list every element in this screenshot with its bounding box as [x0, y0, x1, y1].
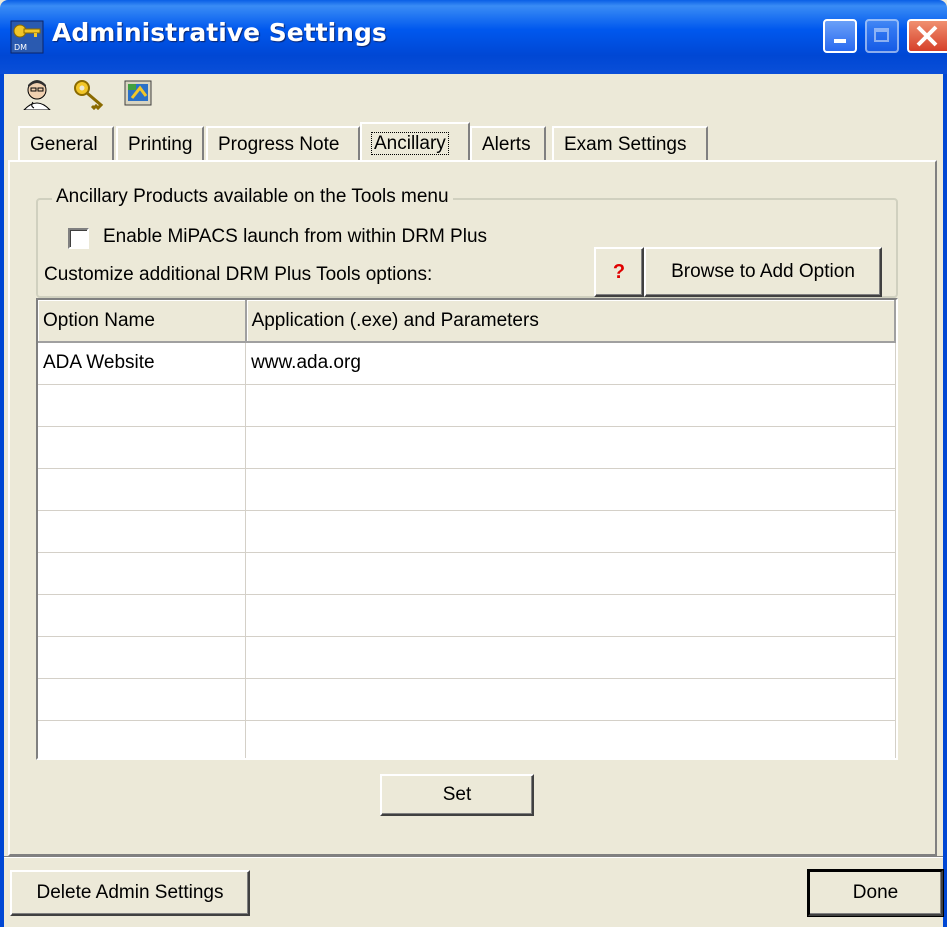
table-row[interactable] — [38, 720, 896, 758]
option-name-cell[interactable] — [38, 384, 247, 427]
title-bar[interactable]: DM Administrative Settings — [0, 0, 947, 74]
table-row[interactable] — [38, 678, 896, 721]
application-cell[interactable]: www.ada.org — [245, 342, 896, 385]
application-cell[interactable] — [245, 594, 896, 637]
grid-header-row: Option Name Application (.exe) and Param… — [38, 300, 896, 343]
keys-app-icon: DM — [10, 20, 44, 54]
key-icon[interactable] — [72, 78, 106, 110]
table-row[interactable] — [38, 510, 896, 553]
set-button[interactable]: Set — [380, 774, 534, 816]
browse-to-add-option-button[interactable]: Browse to Add Option — [644, 247, 882, 297]
ancillary-group-label: Ancillary Products available on the Tool… — [52, 186, 453, 208]
column-header-option-name[interactable]: Option Name — [38, 300, 247, 343]
column-header-application[interactable]: Application (.exe) and Parameters — [245, 300, 896, 343]
application-cell[interactable] — [245, 468, 896, 511]
tab-ancillary[interactable]: Ancillary — [360, 122, 470, 162]
tab-general[interactable]: General — [18, 126, 114, 160]
table-row[interactable] — [38, 636, 896, 679]
option-name-cell[interactable]: ADA Website — [38, 342, 247, 385]
tools-options-grid[interactable]: Option Name Application (.exe) and Param… — [36, 298, 898, 760]
help-button[interactable]: ? — [594, 247, 644, 297]
tab-progress-note[interactable]: Progress Note — [206, 126, 360, 160]
window-title: Administrative Settings — [52, 18, 387, 47]
monitor-icon[interactable] — [122, 78, 156, 110]
doctor-icon[interactable] — [20, 78, 54, 110]
application-cell[interactable] — [245, 636, 896, 679]
application-cell[interactable] — [245, 510, 896, 553]
tab-alerts[interactable]: Alerts — [470, 126, 546, 160]
table-row[interactable] — [38, 594, 896, 637]
application-cell[interactable] — [245, 426, 896, 469]
option-name-cell[interactable] — [38, 552, 247, 595]
close-icon — [916, 25, 938, 47]
option-name-cell[interactable] — [38, 636, 247, 679]
application-cell[interactable] — [245, 678, 896, 721]
delete-admin-settings-button[interactable]: Delete Admin Settings — [10, 870, 250, 916]
option-name-cell[interactable] — [38, 468, 247, 511]
maximize-button[interactable] — [865, 19, 899, 53]
table-row[interactable] — [38, 426, 896, 469]
option-name-cell[interactable] — [38, 678, 247, 721]
application-cell[interactable] — [245, 552, 896, 595]
option-name-cell[interactable] — [38, 720, 247, 758]
table-row[interactable] — [38, 468, 896, 511]
mipacs-checkbox-label[interactable]: Enable MiPACS launch from within DRM Plu… — [103, 226, 487, 248]
done-button[interactable]: Done — [807, 869, 944, 917]
option-name-cell[interactable] — [38, 594, 247, 637]
minimize-button[interactable] — [823, 19, 857, 53]
mipacs-checkbox[interactable] — [68, 228, 89, 249]
table-row[interactable]: ADA Website www.ada.org — [38, 342, 896, 385]
tab-exam-settings[interactable]: Exam Settings — [552, 126, 708, 160]
application-cell[interactable] — [245, 384, 896, 427]
table-row[interactable] — [38, 384, 896, 427]
option-name-cell[interactable] — [38, 426, 247, 469]
tab-printing[interactable]: Printing — [116, 126, 204, 160]
application-cell[interactable] — [245, 720, 896, 758]
table-row[interactable] — [38, 552, 896, 595]
customize-tools-label: Customize additional DRM Plus Tools opti… — [44, 264, 433, 285]
close-button[interactable] — [907, 19, 947, 53]
footer-separator — [4, 856, 943, 858]
minimize-icon — [834, 39, 846, 43]
toolbar — [0, 74, 947, 114]
option-name-cell[interactable] — [38, 510, 247, 553]
maximize-icon — [874, 28, 889, 42]
svg-text:DM: DM — [14, 43, 27, 52]
